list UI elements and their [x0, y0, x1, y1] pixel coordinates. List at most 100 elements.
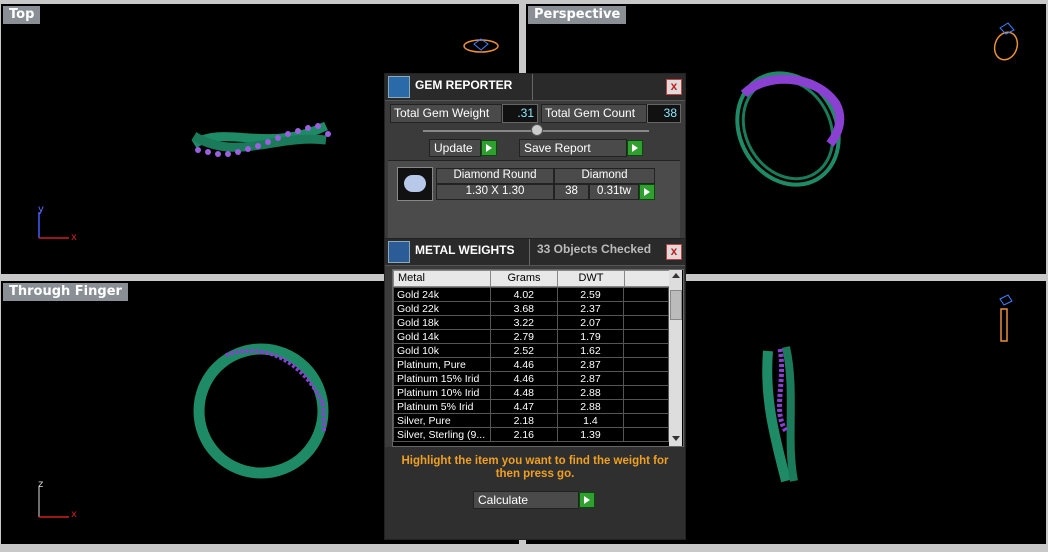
table-row[interactable]: Gold 10k 2.52 1.62	[393, 343, 669, 358]
blank-cell	[623, 301, 669, 316]
metal-name-cell[interactable]: Gold 14k	[393, 329, 491, 344]
dwt-cell[interactable]: 2.59	[556, 287, 625, 302]
gem-reporter-close-button[interactable]: x	[666, 79, 682, 95]
gem-material[interactable]: Diamond	[554, 168, 655, 184]
total-gem-count-value: 38	[647, 104, 681, 123]
grams-cell[interactable]: 3.68	[489, 301, 558, 316]
metal-name-cell[interactable]: Platinum 5% Irid	[393, 399, 491, 414]
update-button[interactable]: Update	[429, 139, 481, 157]
grams-cell[interactable]: 4.48	[489, 385, 558, 400]
grams-cell[interactable]: 4.47	[489, 399, 558, 414]
table-row[interactable]: Platinum 15% Irid 4.46 2.87	[393, 371, 669, 386]
diamond-icon	[404, 175, 426, 192]
metal-weights-icon	[388, 241, 410, 263]
metal-name-cell[interactable]: Platinum 15% Irid	[393, 371, 491, 386]
gem-count[interactable]: 38	[554, 184, 589, 200]
grams-cell[interactable]: 2.79	[489, 329, 558, 344]
grams-column-header[interactable]: Grams	[490, 270, 558, 287]
scroll-down-arrow-icon[interactable]	[672, 436, 680, 441]
update-go-button[interactable]	[481, 140, 497, 156]
dwt-cell[interactable]: 1.79	[556, 329, 625, 344]
dwt-column-header[interactable]: DWT	[557, 270, 625, 287]
title-divider	[532, 74, 533, 100]
grams-cell[interactable]: 4.46	[489, 357, 558, 372]
dwt-cell[interactable]: 1.39	[556, 427, 625, 442]
dwt-cell[interactable]: 2.37	[556, 301, 625, 316]
viewport-label-through-finger[interactable]: Through Finger	[3, 283, 128, 301]
ring-right-view	[762, 346, 798, 483]
scrollbar[interactable]	[669, 270, 682, 446]
objects-checked-text: 33 Objects Checked	[537, 242, 652, 256]
table-row[interactable]: Platinum 5% Irid 4.47 2.88	[393, 399, 669, 414]
table-row[interactable]: Silver, Pure 2.18 1.4	[393, 413, 669, 428]
dwt-cell[interactable]: 2.87	[556, 371, 625, 386]
blank-cell	[623, 315, 669, 330]
instruction-text: Highlight the item you want to find the …	[401, 455, 669, 480]
dwt-cell[interactable]: 1.62	[556, 343, 625, 358]
gem-weight[interactable]: 0.31tw	[589, 184, 639, 200]
grams-cell[interactable]: 2.18	[489, 413, 558, 428]
metal-weights-title-bar[interactable]: METAL WEIGHTS 33 Objects Checked x	[385, 239, 685, 266]
grams-cell[interactable]: 2.16	[489, 427, 558, 442]
metal-name-cell[interactable]: Silver, Pure	[393, 413, 491, 428]
dwt-cell[interactable]: 1.4	[556, 413, 625, 428]
ring-mini-icon	[999, 294, 1013, 342]
metal-name-cell[interactable]: Silver, Sterling (9...	[393, 427, 491, 442]
blank-cell	[623, 413, 669, 428]
gem-reporter-title-bar[interactable]: GEM REPORTER x	[385, 74, 685, 101]
gem-thumbnail[interactable]	[397, 167, 433, 201]
table-row[interactable]: Gold 24k 4.02 2.59	[393, 287, 669, 302]
grams-cell[interactable]: 4.02	[489, 287, 558, 302]
save-report-button[interactable]: Save Report	[519, 139, 627, 157]
metal-column-header[interactable]: Metal	[393, 270, 495, 287]
blank-cell	[623, 329, 669, 344]
grams-cell[interactable]: 4.46	[489, 371, 558, 386]
gem-list-area: Diamond Round Diamond 1.30 X 1.30 38 0.3…	[388, 160, 680, 245]
ring-top-view	[191, 121, 331, 157]
axis-z-label: z	[38, 479, 44, 490]
ring-mini-icon	[463, 38, 499, 53]
metal-name-cell[interactable]: Platinum 10% Irid	[393, 385, 491, 400]
metal-rows: Gold 24k 4.02 2.59 Gold 22k 3.68 2.37 Gold 18k…	[393, 287, 669, 442]
scroll-thumb[interactable]	[670, 290, 682, 320]
dwt-cell[interactable]: 2.88	[556, 399, 625, 414]
scroll-up-arrow-icon[interactable]	[672, 273, 680, 278]
metal-table-container[interactable]: Metal Grams DWT Gold 24k 4.02 2.59 Gold 22k…	[392, 269, 684, 447]
metal-name-cell[interactable]: Platinum, Pure	[393, 357, 491, 372]
dwt-cell[interactable]: 2.87	[556, 357, 625, 372]
blank-cell	[623, 343, 669, 358]
blank-cell	[623, 357, 669, 372]
dwt-cell[interactable]: 2.07	[556, 315, 625, 330]
grams-cell[interactable]: 3.22	[489, 315, 558, 330]
metal-name-cell[interactable]: Gold 24k	[393, 287, 491, 302]
metal-name-cell[interactable]: Gold 22k	[393, 301, 491, 316]
table-row[interactable]: Gold 18k 3.22 2.07	[393, 315, 669, 330]
slider-handle[interactable]	[531, 124, 543, 136]
total-gem-weight-value: .31	[502, 104, 538, 123]
save-report-go-button[interactable]	[627, 140, 643, 156]
dwt-cell[interactable]: 2.88	[556, 385, 625, 400]
table-row[interactable]: Silver, Sterling (9... 2.16 1.39	[393, 427, 669, 442]
grams-cell[interactable]: 2.52	[489, 343, 558, 358]
calculate-go-button[interactable]	[579, 492, 595, 508]
gem-go-button[interactable]	[639, 184, 655, 200]
metal-weights-lower-area: Highlight the item you want to find the …	[385, 447, 685, 539]
viewport-label-top[interactable]: Top	[3, 6, 41, 24]
metal-weights-panel: METAL WEIGHTS 33 Objects Checked x Metal…	[384, 238, 686, 540]
table-row[interactable]: Gold 14k 2.79 1.79	[393, 329, 669, 344]
viewport-label-perspective[interactable]: Perspective	[528, 6, 627, 24]
total-gem-count-label: Total Gem Count	[541, 104, 647, 123]
metal-name-cell[interactable]: Gold 10k	[393, 343, 491, 358]
metal-weights-close-button[interactable]: x	[666, 244, 682, 260]
gem-reporter-title: GEM REPORTER	[415, 78, 513, 92]
table-row[interactable]: Gold 22k 3.68 2.37	[393, 301, 669, 316]
gem-size[interactable]: 1.30 X 1.30	[436, 184, 554, 200]
calculate-button[interactable]: Calculate	[473, 491, 579, 509]
table-row[interactable]: Platinum 10% Irid 4.48 2.88	[393, 385, 669, 400]
total-gem-weight-label: Total Gem Weight	[390, 104, 502, 123]
ring-through-finger-view	[193, 343, 329, 479]
gem-shape[interactable]: Diamond Round	[436, 168, 554, 184]
metal-name-cell[interactable]: Gold 18k	[393, 315, 491, 330]
metal-weights-title: METAL WEIGHTS	[415, 243, 515, 257]
table-row[interactable]: Platinum, Pure 4.46 2.87	[393, 357, 669, 372]
